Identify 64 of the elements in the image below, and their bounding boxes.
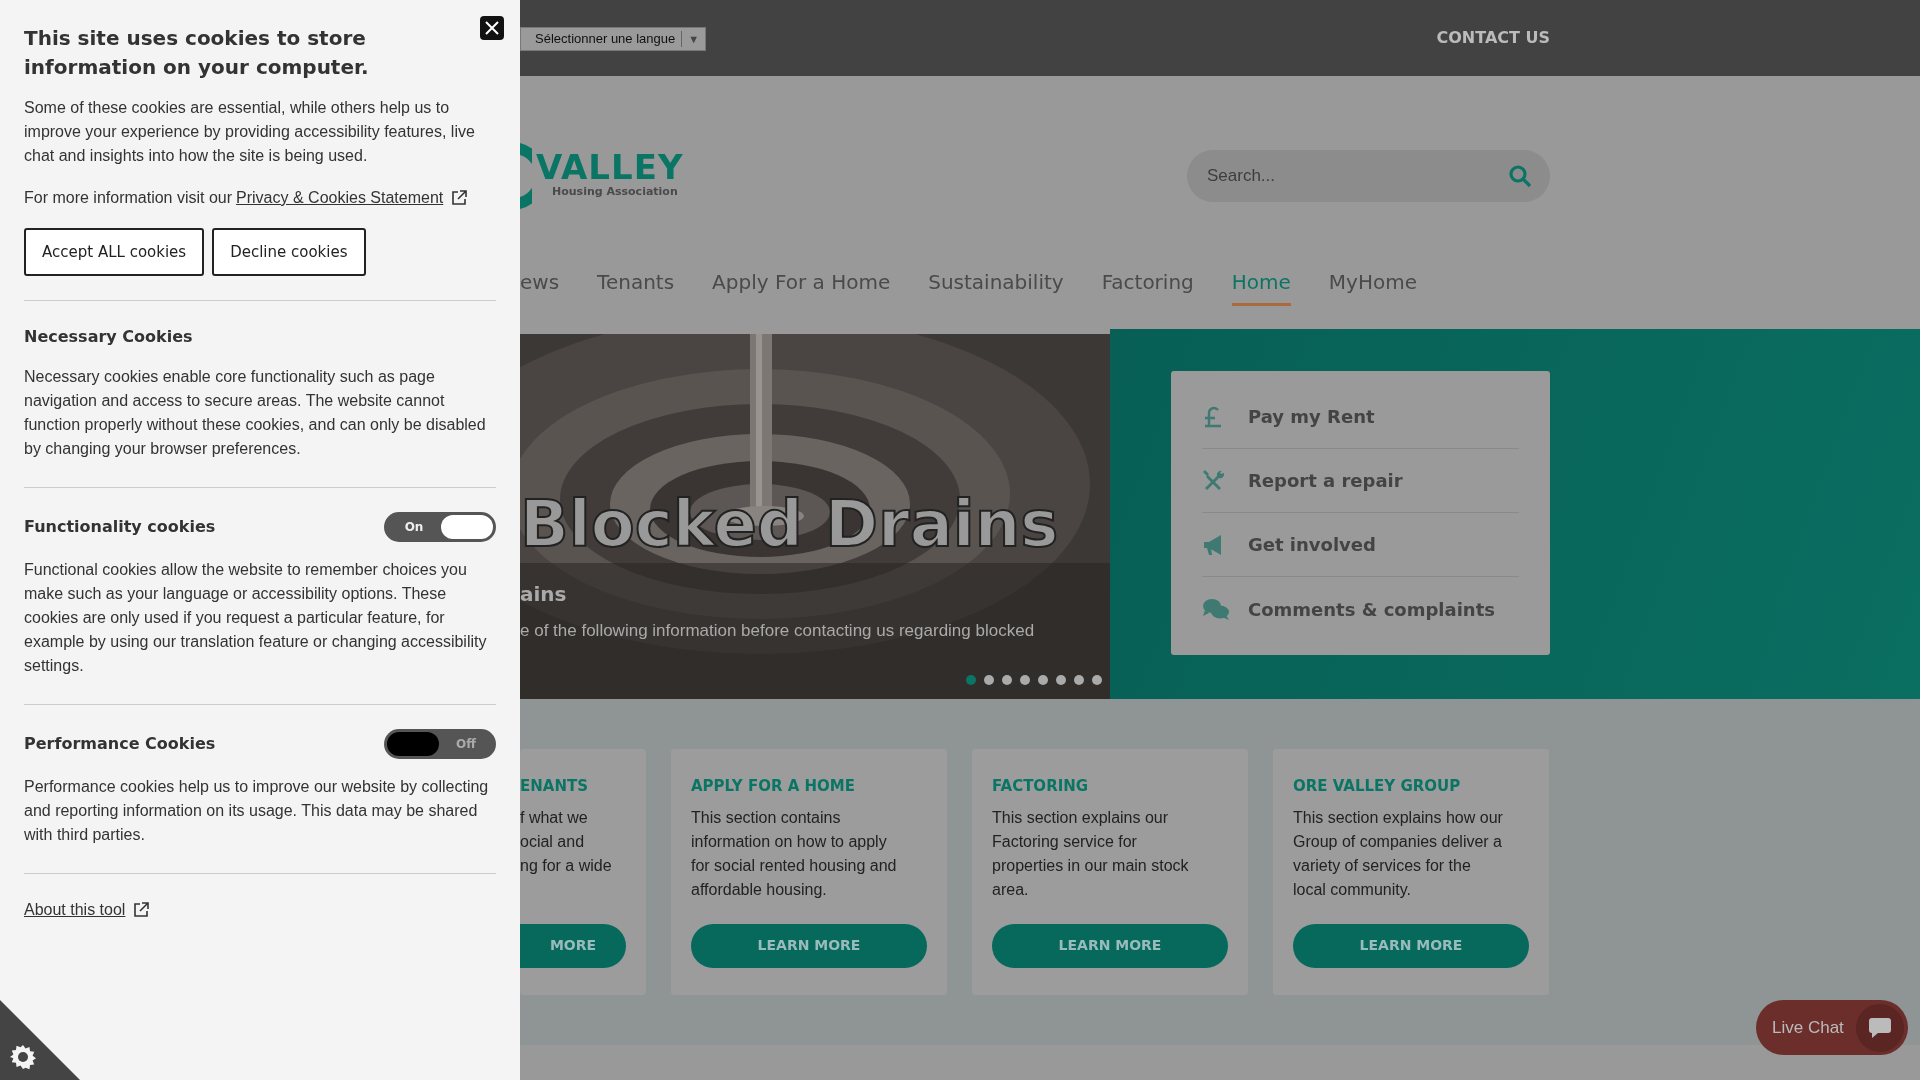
contact-link[interactable]: CONTACT US xyxy=(1436,26,1550,50)
slide-dot[interactable] xyxy=(1056,675,1066,685)
nav-link[interactable]: Factoring xyxy=(1101,267,1194,306)
quick-link[interactable]: Comments & complaints xyxy=(1202,577,1519,641)
learn-more-button[interactable]: LEARN MORE xyxy=(992,923,1228,968)
toggle-switch[interactable]: Off xyxy=(384,729,496,759)
logo-icon xyxy=(520,140,532,211)
external-link-icon xyxy=(133,902,150,918)
search-icon xyxy=(1508,163,1532,188)
quick-link[interactable]: Report a repair xyxy=(1202,449,1519,513)
section-text: Performance cookies help us to improve our website by collecting and reporting information on its usage. This data may be shared with third parties. xyxy=(24,777,490,845)
card-text: This section explains how our Group of companies deliver a variety of services for the local community. xyxy=(1293,807,1504,900)
slide-dot[interactable] xyxy=(1092,675,1102,685)
intro-text: Some of these cookies are essential, while others help us to improve your experience by providing accessibility features, live chat and insights into how the site is being used. xyxy=(24,98,476,166)
nav-link[interactable]: Sustainability xyxy=(928,267,1064,306)
section-text: Necessary cookies enable core functionality such as page navigation and access to secure areas. The website cannot function properly without these cookies, and can only be disabled by changing your browser preferences. xyxy=(24,367,487,459)
nav-link[interactable]: Home xyxy=(1231,267,1291,306)
live-chat-button[interactable]: Live Chat xyxy=(1756,1000,1908,1055)
logo-tagline: Housing Association xyxy=(552,184,679,201)
nav-link[interactable]: Tenants xyxy=(597,267,675,306)
card-title: ORE VALLEY GROUP xyxy=(1293,776,1462,797)
chat-bubble-icon xyxy=(1868,1016,1892,1039)
card-text: This section explains our Factoring service for properties in our main stock area. xyxy=(992,807,1190,900)
section-title: Performance Cookies xyxy=(24,733,216,755)
external-link-icon xyxy=(451,190,468,206)
card-title: FACTORING xyxy=(992,776,1090,797)
close-icon xyxy=(485,21,499,35)
section-text: Functional cookies allow the website to remember choices you make such as your language or accessibility options. These cookies are only used if you request a particular feature, for example by using our translation feature or changing accessibility settings. xyxy=(24,560,488,676)
hero-text: e of the following information before contacting us regarding blocked xyxy=(520,620,1035,642)
learn-more-button[interactable]: MORE xyxy=(520,923,626,968)
learn-more-button[interactable]: LEARN MORE xyxy=(691,923,927,968)
privacy-link[interactable]: Privacy & Cookies Statement xyxy=(236,186,444,210)
logo-name: VALLEY xyxy=(536,150,684,185)
card-text: f what we ocial and ng for a wide xyxy=(520,807,613,876)
chat-icon xyxy=(1202,597,1230,621)
card-title: ENANTS xyxy=(520,776,589,797)
slide-dot[interactable] xyxy=(966,675,976,685)
learn-more-button[interactable]: LEARN MORE xyxy=(1293,923,1529,968)
card-text: This section contains information on how to apply for social rented housing and affordable housing. xyxy=(691,807,898,900)
info-text: For more information visit our xyxy=(24,188,233,208)
nav-link[interactable]: ews xyxy=(520,267,560,306)
decline-button[interactable]: Decline cookies xyxy=(212,228,366,276)
section-title: Necessary Cookies xyxy=(24,326,193,348)
section-title: Functionality cookies xyxy=(24,516,216,538)
gear-icon xyxy=(10,1044,36,1070)
panel-title: This site uses cookies to store information on your computer. xyxy=(24,25,370,81)
slide-dot[interactable] xyxy=(1020,675,1030,685)
nav-link[interactable]: Apply For a Home xyxy=(712,267,891,306)
slide-dot[interactable] xyxy=(1038,675,1048,685)
accept-button[interactable]: Accept ALL cookies xyxy=(24,228,205,276)
quick-link[interactable]: Get involved xyxy=(1202,513,1519,577)
slide-dot[interactable] xyxy=(984,675,994,685)
slide-dot[interactable] xyxy=(1002,675,1012,685)
toggle-switch[interactable]: On xyxy=(384,512,496,542)
search-field[interactable]: Search... xyxy=(1187,149,1550,202)
quick-link[interactable]: Pay my Rent xyxy=(1202,385,1519,449)
close-button[interactable] xyxy=(480,16,504,40)
hero-title: ains xyxy=(520,581,567,608)
slide-dot[interactable] xyxy=(1074,675,1084,685)
nav-link[interactable]: MyHome xyxy=(1328,267,1417,306)
about-link[interactable]: About this tool xyxy=(24,898,126,922)
language-select[interactable]: Sélectionner une langue ▼ xyxy=(520,27,707,51)
search-input[interactable]: Search... xyxy=(1205,161,1508,190)
card-title: APPLY FOR A HOME xyxy=(691,776,856,797)
